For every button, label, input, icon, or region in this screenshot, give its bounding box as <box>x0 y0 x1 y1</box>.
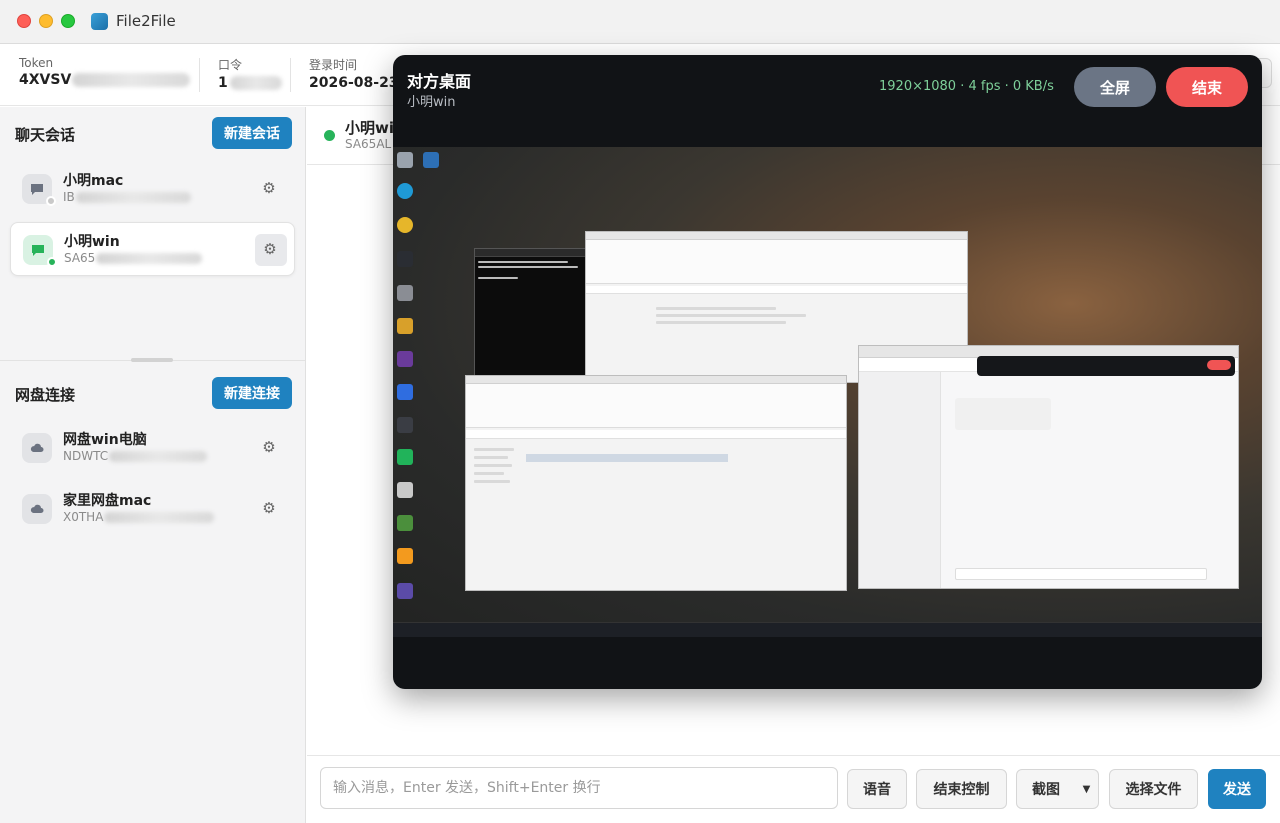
chevron-down-icon[interactable]: ▼ <box>1075 769 1099 809</box>
edge-browser-icon <box>397 183 413 199</box>
new-connection-button[interactable]: 新建连接 <box>212 377 292 409</box>
gear-icon[interactable]: ⚙ <box>261 240 279 258</box>
app-title: File2File <box>116 12 176 30</box>
new-chat-button[interactable]: 新建会话 <box>212 117 292 149</box>
message-composer: 语音 结束控制 截图 ▼ 选择文件 发送 <box>307 755 1280 823</box>
login-time-label: 登录时间 <box>309 58 358 72</box>
title-bar: File2File <box>0 0 1280 44</box>
chrome-browser-icon <box>397 217 413 233</box>
login-time-value: 2026-08-23 <box>309 75 399 91</box>
password-value: 1 <box>218 75 282 91</box>
status-dot-offline <box>46 196 56 206</box>
choose-file-button[interactable]: 选择文件 <box>1109 769 1198 809</box>
desktop-app-icon <box>397 482 413 498</box>
remote-file2file-window <box>858 345 1239 589</box>
remote-subtitle: 小明win <box>407 95 456 110</box>
screenshot-button[interactable]: 截图 <box>1016 769 1076 809</box>
token-info: Token 4XVSV <box>19 56 191 88</box>
remote-explorer-window <box>465 375 847 591</box>
token-label: Token <box>19 56 54 70</box>
disk-item-name: 家里网盘mac <box>63 493 152 509</box>
desktop-app-icon <box>397 548 413 564</box>
disk-item-home-mac[interactable]: 家里网盘mac X0THA ⚙ <box>10 482 295 536</box>
disk-item-win-pc[interactable]: 网盘win电脑 NDWTC ⚙ <box>10 421 295 475</box>
chat-item-id: SA65 <box>64 251 203 265</box>
peer-id: SA65AL <box>345 137 392 151</box>
gear-icon[interactable]: ⚙ <box>260 438 278 456</box>
remote-terminal-window <box>474 248 586 378</box>
remote-desktop-dialog: 对方桌面 小明win 1920×1080 · 4 fps · 0 KB/s 全屏… <box>393 55 1262 689</box>
chat-item-xiaoming-mac[interactable]: 小明mac IB ⚙ <box>10 162 295 216</box>
remote-taskbar <box>393 622 1262 637</box>
token-value: 4XVSV <box>19 72 191 88</box>
sidebar: 聊天会话 新建会话 小明mac IB ⚙ 小明win SA65 ⚙ 网盘连接 新… <box>0 107 306 823</box>
cloud-icon <box>22 433 52 463</box>
cloud-icon <box>22 494 52 524</box>
chat-item-name: 小明win <box>64 234 120 250</box>
peer-name: 小明wi <box>345 119 394 137</box>
password-info: 口令 1 <box>218 56 282 91</box>
gear-icon[interactable]: ⚙ <box>260 179 278 197</box>
desktop-app-icon <box>397 417 413 433</box>
remote-title: 对方桌面 <box>407 72 472 91</box>
remote-stats: 1920×1080 · 4 fps · 0 KB/s <box>879 79 1054 94</box>
disk-item-id: NDWTC <box>63 449 208 463</box>
status-dot-online <box>47 257 57 267</box>
desktop-app-icon <box>423 152 439 168</box>
desktop-app-icon <box>397 384 413 400</box>
disk-item-id: X0THA <box>63 510 215 524</box>
close-window-button[interactable] <box>17 14 31 28</box>
chat-item-name: 小明mac <box>63 173 124 189</box>
zoom-window-button[interactable] <box>61 14 75 28</box>
gear-icon[interactable]: ⚙ <box>260 499 278 517</box>
fullscreen-button[interactable]: 全屏 <box>1074 67 1156 107</box>
file2file-app-icon <box>397 251 413 267</box>
disk-section-title: 网盘连接 <box>15 386 76 404</box>
end-remote-button[interactable]: 结束 <box>1166 67 1248 107</box>
desktop-app-icon <box>397 583 413 599</box>
chat-item-id: IB <box>63 190 191 204</box>
minimize-window-button[interactable] <box>39 14 53 28</box>
desktop-app-icon <box>397 285 413 301</box>
voice-button[interactable]: 语音 <box>847 769 907 809</box>
status-dot-online <box>324 130 335 141</box>
chat-section-title: 聊天会话 <box>15 126 76 144</box>
message-input[interactable] <box>320 767 838 809</box>
end-control-button[interactable]: 结束控制 <box>916 769 1007 809</box>
desktop-app-icon <box>397 351 413 367</box>
desktop-app-icon <box>397 515 413 531</box>
password-label: 口令 <box>218 58 243 72</box>
desktop-app-icon <box>397 318 413 334</box>
send-button[interactable]: 发送 <box>1208 769 1266 809</box>
chat-item-xiaoming-win[interactable]: 小明win SA65 ⚙ <box>10 222 295 276</box>
disk-item-name: 网盘win电脑 <box>63 432 147 448</box>
app-logo-icon <box>91 13 108 30</box>
sidebar-splitter-handle[interactable] <box>131 358 173 362</box>
recycle-bin-icon <box>397 152 413 168</box>
login-time-info: 登录时间 2026-08-23 <box>309 56 399 91</box>
remote-screen[interactable] <box>393 147 1262 637</box>
wechat-icon <box>397 449 413 465</box>
